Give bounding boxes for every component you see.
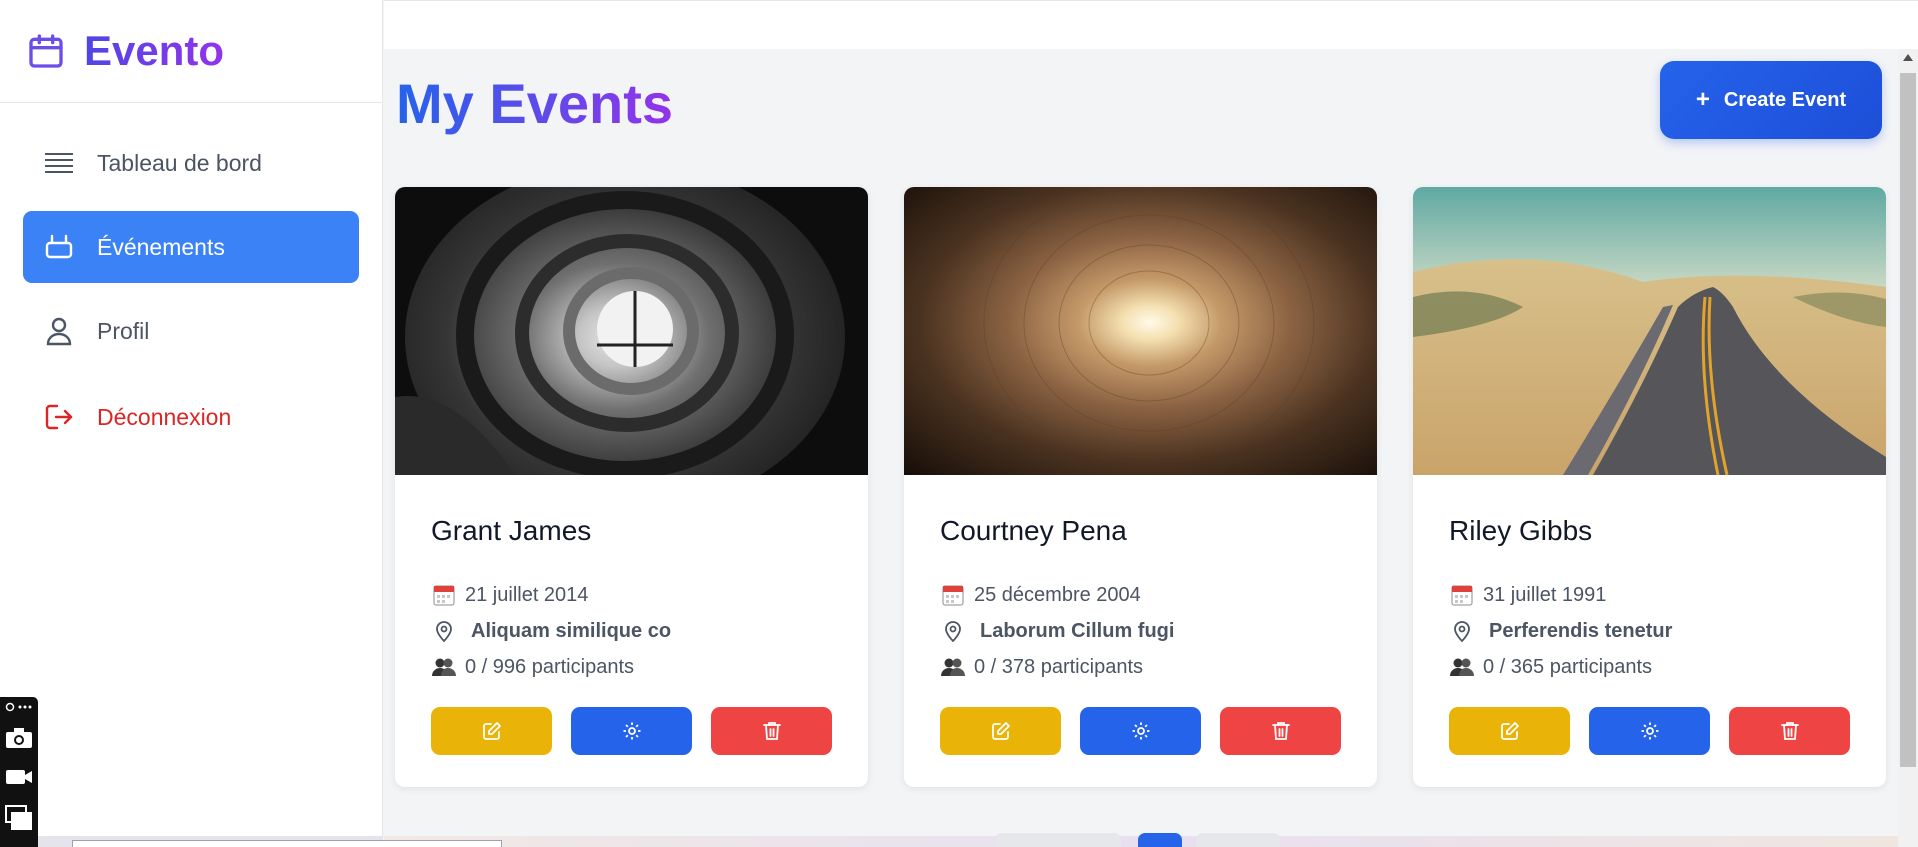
- location-pin-icon: [940, 618, 966, 644]
- gear-icon: [1132, 722, 1149, 740]
- link-more-icon[interactable]: [5, 701, 33, 713]
- calendar-icon: [1449, 582, 1475, 608]
- event-title: Grant James: [431, 515, 592, 546]
- edit-icon: [991, 722, 1010, 740]
- event-date: 25 décembre 2004: [940, 577, 1341, 613]
- settings-button[interactable]: [571, 707, 692, 755]
- event-date: 31 juillet 1991: [1449, 577, 1850, 613]
- sidebar-item-events[interactable]: Événements: [23, 211, 359, 283]
- camera-icon[interactable]: [5, 727, 33, 749]
- user-icon: [43, 315, 75, 347]
- scroll-up-arrow-icon[interactable]: [1903, 54, 1913, 61]
- event-location: Perferendis tenetur: [1449, 613, 1850, 649]
- sidebar-item-label: Profil: [97, 317, 150, 344]
- window-icon[interactable]: [5, 805, 33, 831]
- settings-button[interactable]: [1080, 707, 1201, 755]
- video-camera-icon[interactable]: [5, 767, 33, 787]
- plus-icon: +: [1695, 86, 1710, 113]
- event-participants: 0 / 378 participants: [940, 649, 1341, 685]
- edit-button[interactable]: [431, 707, 552, 755]
- location-pin-icon: [431, 618, 457, 644]
- top-bar: [384, 0, 1918, 49]
- delete-button[interactable]: [711, 707, 832, 755]
- pagination-button[interactable]: [995, 833, 1121, 847]
- sidebar: Evento Tableau de bord Événements Profil: [0, 0, 383, 847]
- event-participants: 0 / 365 participants: [1449, 649, 1850, 685]
- event-actions: [940, 707, 1341, 755]
- gear-icon: [623, 722, 640, 740]
- edit-icon: [1500, 722, 1519, 740]
- sidebar-item-label: Tableau de bord: [97, 149, 262, 176]
- gear-icon: [1641, 722, 1658, 740]
- sidebar-item-profile[interactable]: Profil: [23, 295, 359, 367]
- scrollbar-thumb[interactable]: [1900, 73, 1916, 767]
- calendar-icon: [29, 34, 63, 68]
- event-image: [395, 187, 868, 475]
- trash-icon: [1780, 722, 1799, 740]
- brand[interactable]: Evento: [0, 0, 382, 103]
- delete-button[interactable]: [1220, 707, 1341, 755]
- event-actions: [1449, 707, 1850, 755]
- calendar-icon: [431, 582, 457, 608]
- event-participants: 0 / 996 participants: [431, 649, 832, 685]
- sidebar-item-label: Déconnexion: [97, 403, 232, 430]
- location-pin-icon: [1449, 618, 1475, 644]
- sidebar-item-label: Événements: [97, 233, 225, 260]
- edit-button[interactable]: [1449, 707, 1570, 755]
- brand-name: Evento: [84, 27, 225, 74]
- pagination-button[interactable]: [1196, 833, 1280, 847]
- pagination-button-active[interactable]: [1138, 833, 1182, 847]
- delete-button[interactable]: [1729, 707, 1850, 755]
- logout-button[interactable]: Déconnexion: [23, 381, 359, 453]
- logout-icon: [43, 401, 75, 433]
- edit-button[interactable]: [940, 707, 1061, 755]
- event-cards: Grant James 21 juillet 2014 Aliquam simi…: [395, 187, 1886, 787]
- event-icon: [43, 231, 75, 263]
- event-location: Laborum Cillum fugi: [940, 613, 1341, 649]
- event-card: Courtney Pena 25 décembre 2004 Laborum C…: [904, 187, 1377, 787]
- event-actions: [431, 707, 832, 755]
- trash-icon: [1271, 722, 1290, 740]
- event-date: 21 juillet 2014: [431, 577, 832, 613]
- people-icon: [1449, 654, 1475, 680]
- calendar-icon: [940, 582, 966, 608]
- menu-lines-icon: [43, 147, 75, 179]
- capture-toolbar: [0, 697, 38, 847]
- event-location: Aliquam similique co: [431, 613, 832, 649]
- page-title: My Events: [396, 68, 673, 140]
- event-image: [904, 187, 1377, 475]
- event-title: Courtney Pena: [940, 515, 1127, 546]
- event-card: Riley Gibbs 31 juillet 1991 Perferendis …: [1413, 187, 1886, 787]
- event-image: [1413, 187, 1886, 475]
- event-card: Grant James 21 juillet 2014 Aliquam simi…: [395, 187, 868, 787]
- bottom-input[interactable]: [72, 840, 502, 847]
- people-icon: [940, 654, 966, 680]
- settings-button[interactable]: [1589, 707, 1710, 755]
- create-event-label: Create Event: [1723, 88, 1847, 111]
- edit-icon: [482, 722, 501, 740]
- people-icon: [431, 654, 457, 680]
- create-event-button[interactable]: + Create Event: [1660, 61, 1882, 139]
- trash-icon: [762, 722, 781, 740]
- event-title: Riley Gibbs: [1449, 515, 1593, 546]
- sidebar-nav: Tableau de bord Événements Profil Déconn…: [0, 103, 382, 453]
- sidebar-item-dashboard[interactable]: Tableau de bord: [23, 127, 359, 199]
